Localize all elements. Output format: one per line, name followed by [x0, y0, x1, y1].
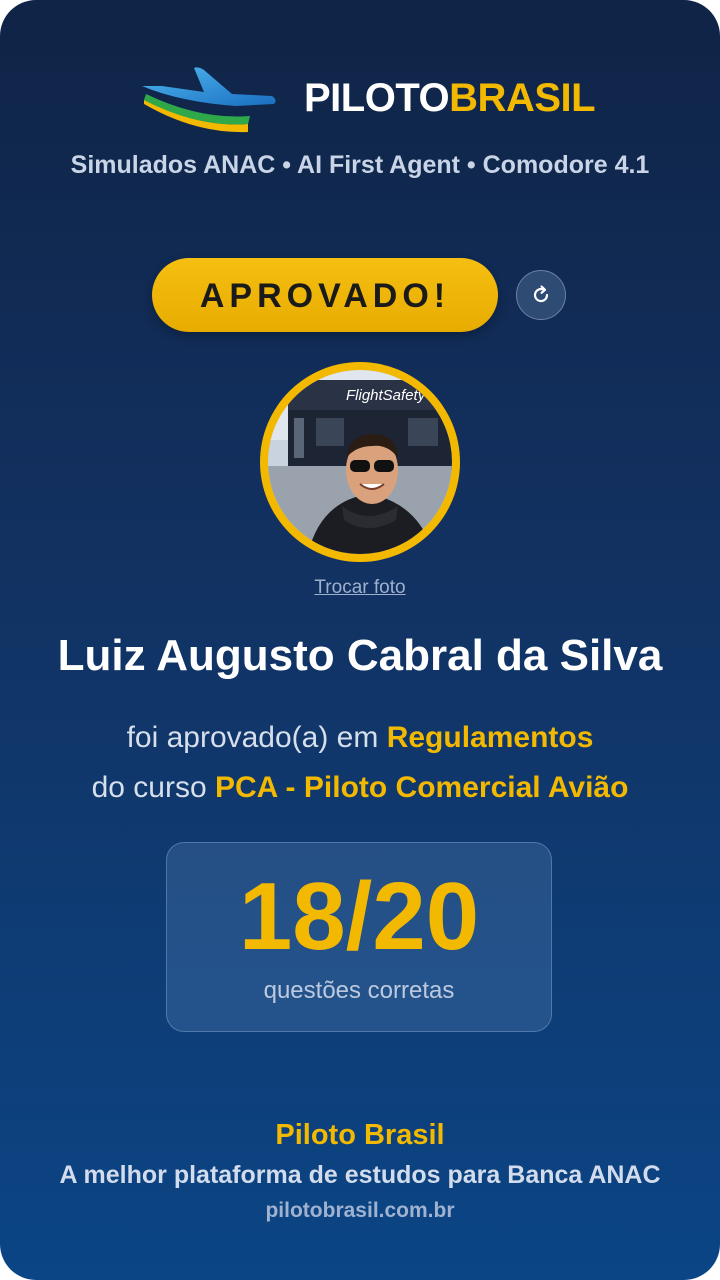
- brand-logo-text: PILOTOBRASIL: [304, 74, 596, 122]
- header: PILOTOBRASIL: [0, 58, 720, 138]
- footer-brand: Piloto Brasil: [275, 1119, 445, 1151]
- student-name: Luiz Augusto Cabral da Silva: [57, 631, 663, 680]
- avatar: FlightSafety: [260, 362, 460, 562]
- score-label: questões corretas: [263, 977, 455, 1004]
- tagline: Simulados ANAC • AI First Agent • Comodo…: [70, 151, 650, 179]
- refresh-button[interactable]: [516, 270, 566, 320]
- avatar-photo: FlightSafety: [268, 370, 452, 554]
- approved-badge: APROVADO!: [152, 258, 498, 332]
- subject-name: Regulamentos: [386, 721, 594, 754]
- refresh-icon: [533, 285, 549, 303]
- sign-text: FlightSafety: [346, 387, 427, 404]
- subject-prefix: foi aprovado(a) em: [126, 721, 379, 754]
- score-box: 18/20 questões corretas: [166, 842, 552, 1032]
- airplane-logo-icon: [142, 67, 276, 133]
- score-value: 18/20: [238, 863, 480, 970]
- course-name: PCA - Piloto Comercial Avião: [215, 771, 629, 804]
- approval-subject-line: foi aprovado(a) em Regulamentos: [0, 718, 720, 758]
- change-photo-link[interactable]: Trocar foto: [0, 576, 720, 600]
- approval-course-line: do curso PCA - Piloto Comercial Avião: [0, 768, 720, 808]
- certificate-card: PILOTOBRASIL Simulados ANAC • AI First A…: [0, 0, 720, 1280]
- brand-part2: BRASIL: [449, 76, 596, 120]
- course-prefix: do curso: [91, 771, 207, 804]
- footer-url: pilotobrasil.com.br: [265, 1199, 455, 1222]
- footer-tagline: A melhor plataforma de estudos para Banc…: [59, 1161, 661, 1189]
- brand-part1: PILOTO: [304, 76, 450, 120]
